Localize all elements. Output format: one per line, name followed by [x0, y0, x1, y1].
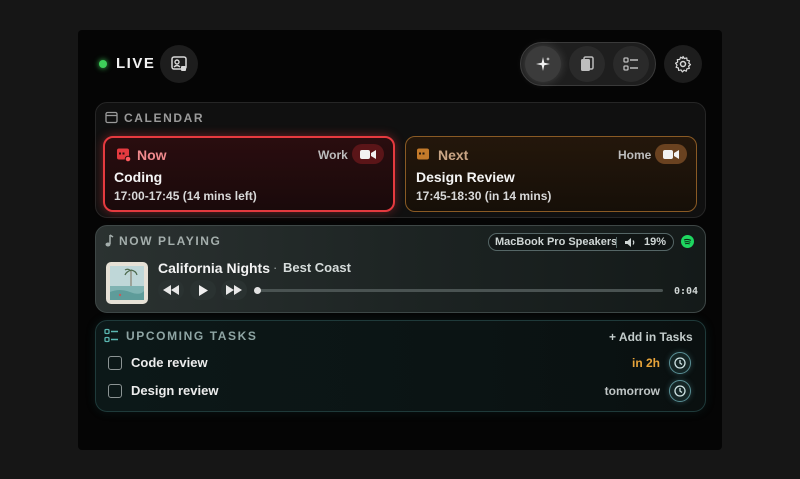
- task-checkbox-code-review[interactable]: [108, 356, 122, 370]
- rewind-icon: [163, 285, 179, 295]
- elapsed-time: 0:04: [674, 286, 699, 297]
- settings-button[interactable]: [664, 45, 702, 83]
- ai-mode-button[interactable]: [525, 46, 561, 82]
- event-next-join-button[interactable]: [655, 144, 687, 164]
- album-art: [106, 262, 148, 304]
- music-note-icon: [105, 234, 114, 247]
- output-device-name: MacBook Pro Speakers: [495, 236, 618, 248]
- fast-forward-icon: [226, 285, 242, 295]
- event-now-tag: Work: [318, 148, 348, 162]
- volume-level: 19%: [644, 236, 667, 248]
- pill-divider: [616, 237, 617, 248]
- calendar-icon: [105, 111, 118, 124]
- playback-progress-bar[interactable]: [254, 287, 663, 294]
- event-next-name: Design Review: [416, 169, 515, 185]
- mode-segmented-control: [520, 42, 656, 86]
- now-playing-title: NOW PLAYING: [119, 234, 222, 248]
- event-next-tag: Home: [618, 148, 652, 162]
- live-indicator-dot: [99, 60, 107, 68]
- event-next-time: 17:45-18:30 (in 14 mins): [416, 189, 552, 203]
- clock-icon: [674, 385, 686, 397]
- video-camera-icon: [360, 149, 376, 159]
- task-checkbox-design-review[interactable]: [108, 384, 122, 398]
- task-label-code-review: Code review: [131, 355, 208, 370]
- event-now-join-button[interactable]: [352, 144, 384, 164]
- profile-card-button[interactable]: [160, 45, 198, 83]
- output-device-pill[interactable]: MacBook Pro Speakers 19%: [488, 233, 674, 251]
- task-due-code-review: in 2h: [631, 356, 660, 370]
- event-now-time: 17:00-17:45 (14 mins left): [114, 189, 257, 203]
- live-label: LIVE: [116, 55, 156, 72]
- task-schedule-button[interactable]: [669, 380, 691, 402]
- speaker-icon: [625, 238, 635, 247]
- event-now-card[interactable]: Now Work Coding 17:00-17:45 (14 mins lef…: [103, 136, 395, 212]
- add-task-button[interactable]: + Add in Tasks: [609, 330, 693, 344]
- artist-separator: ·: [273, 260, 278, 275]
- video-camera-icon: [663, 149, 679, 159]
- event-now-status: Now: [137, 147, 167, 163]
- task-due-design-review: tomorrow: [604, 384, 660, 398]
- track-title: California Nights: [158, 260, 271, 276]
- play-button[interactable]: [190, 280, 216, 300]
- gear-icon: [675, 55, 692, 73]
- calendar-event-icon: [117, 148, 131, 162]
- play-icon: [199, 284, 208, 296]
- sparkle-icon: [536, 57, 550, 71]
- event-next-card[interactable]: Next Home Design Review 17:45-18:30 (in …: [405, 136, 697, 212]
- tasks-title: UPCOMING TASKS: [126, 329, 258, 343]
- checklist-icon: [623, 57, 638, 71]
- spotify-icon: [681, 235, 694, 248]
- clipboard-icon: [581, 56, 594, 71]
- fast-forward-button[interactable]: [221, 280, 247, 300]
- checklist-icon: [104, 328, 118, 343]
- task-label-design-review: Design review: [131, 383, 219, 398]
- profile-card-icon: [171, 56, 187, 71]
- artist-name: Best Coast: [283, 260, 351, 275]
- calendar-title: CALENDAR: [124, 111, 205, 125]
- calendar-event-icon: [417, 148, 429, 160]
- clipboard-mode-button[interactable]: [569, 46, 605, 82]
- tasks-mode-button[interactable]: [613, 46, 649, 82]
- progress-knob[interactable]: [254, 287, 261, 294]
- event-next-status: Next: [438, 147, 469, 163]
- rewind-button[interactable]: [158, 280, 184, 300]
- clock-icon: [674, 357, 686, 369]
- event-now-name: Coding: [114, 169, 163, 185]
- task-schedule-button[interactable]: [669, 352, 691, 374]
